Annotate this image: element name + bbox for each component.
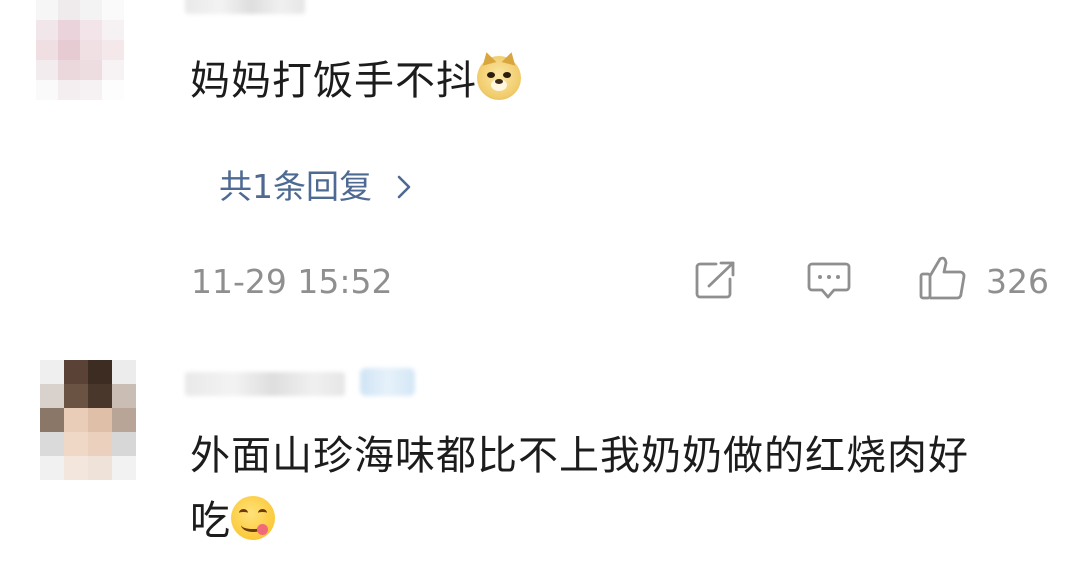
chevron-right-icon [386, 171, 412, 206]
comment-icon[interactable] [806, 260, 852, 306]
like-count: 326 [986, 262, 1049, 301]
avatar[interactable] [36, 0, 124, 100]
avatar[interactable] [40, 360, 136, 480]
comment-body-line-1: 外面山珍海味都比不上我奶奶做的红烧肉好 [190, 433, 969, 479]
comment-body: 妈妈打饭手不抖 [190, 50, 521, 104]
yum-face-emoji [231, 496, 275, 540]
username-blurred[interactable] [185, 0, 305, 14]
doge-emoji [477, 50, 521, 100]
view-replies-link[interactable]: 共1条回复 [219, 160, 412, 208]
user-badge-blurred [360, 368, 415, 396]
comment-text: 吃 [190, 498, 231, 544]
comment-timestamp: 11-29 15:52 [191, 262, 393, 301]
username-blurred[interactable] [185, 372, 345, 396]
comment-body-line-2: 吃 [190, 496, 275, 541]
view-replies-label: 共1条回复 [219, 167, 372, 206]
like-icon[interactable] [918, 254, 968, 306]
share-icon[interactable] [694, 259, 738, 305]
comment-text: 妈妈打饭手不抖 [190, 58, 477, 104]
